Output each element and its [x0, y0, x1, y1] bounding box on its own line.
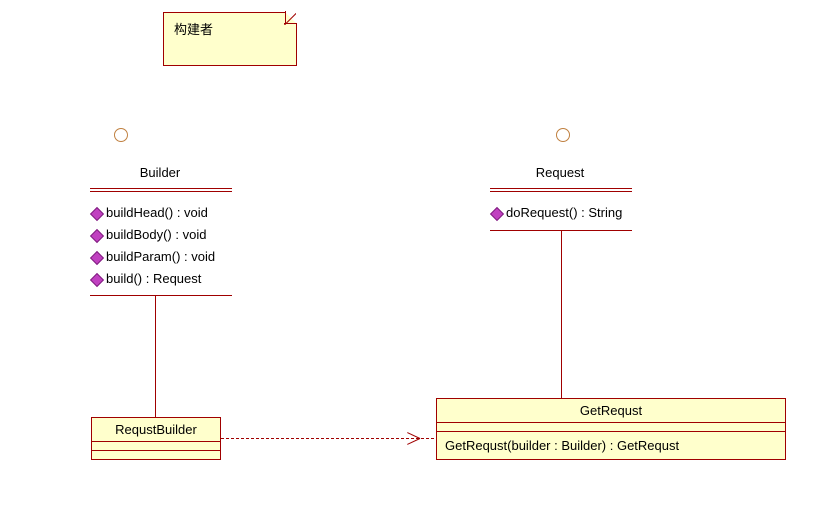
interface-marker-request: [556, 128, 570, 142]
builder-method-2: buildParam() : void: [92, 249, 215, 264]
class-name-requst-builder: RequstBuilder: [92, 418, 220, 441]
request-method-0: doRequest() : String: [492, 205, 622, 220]
connector-request-to-getrequst: [561, 231, 562, 398]
method-text: build() : Request: [106, 271, 201, 286]
visibility-icon: [490, 206, 504, 220]
builder-method-1: buildBody() : void: [92, 227, 206, 242]
class-name-get-requst: GetRequst: [437, 399, 785, 422]
interface-name-builder: Builder: [60, 165, 260, 180]
note-box: 构建者: [163, 12, 297, 66]
visibility-icon: [90, 250, 104, 264]
method-text: buildHead() : void: [106, 205, 208, 220]
class-get-requst: GetRequst GetRequst(builder : Builder) :…: [436, 398, 786, 460]
note-text: 构建者: [174, 22, 213, 37]
interface-marker-builder: [114, 128, 128, 142]
get-requst-method-0: GetRequst(builder : Builder) : GetRequst: [445, 438, 777, 453]
builder-method-0: buildHead() : void: [92, 205, 208, 220]
interface-name-request: Request: [460, 165, 660, 180]
visibility-icon: [90, 228, 104, 242]
method-text: buildParam() : void: [106, 249, 215, 264]
visibility-icon: [90, 206, 104, 220]
connector-requstbuilder-to-getrequst: [221, 438, 434, 439]
builder-method-3: build() : Request: [92, 271, 201, 286]
interface-bottom-line-builder: [90, 295, 232, 296]
method-text: GetRequst(builder : Builder) : GetRequst: [445, 438, 679, 453]
method-text: doRequest() : String: [506, 205, 622, 220]
class-requst-builder: RequstBuilder: [91, 417, 221, 460]
connector-builder-to-requstbuilder: [155, 296, 156, 417]
method-text: buildBody() : void: [106, 227, 206, 242]
visibility-icon: [90, 272, 104, 286]
